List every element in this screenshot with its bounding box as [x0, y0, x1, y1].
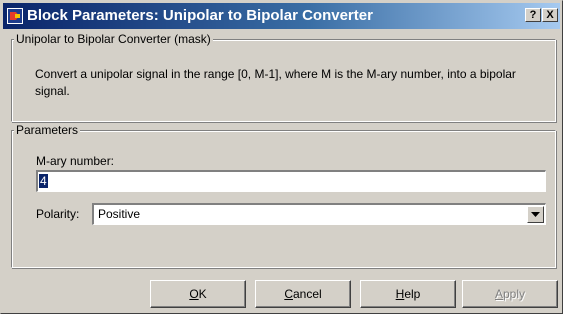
- parameters-group: Parameters: [11, 123, 556, 268]
- close-button[interactable]: X: [542, 8, 558, 22]
- mary-number-value[interactable]: 4: [39, 174, 48, 188]
- question-icon: ?: [529, 9, 537, 21]
- polarity-label: Polarity:: [36, 207, 80, 221]
- polarity-dropdown[interactable]: Positive: [92, 203, 546, 225]
- close-icon: X: [546, 9, 554, 21]
- window-title: Block Parameters: Unipolar to Bipolar Co…: [27, 7, 373, 24]
- mask-group-legend: Unipolar to Bipolar Converter (mask): [14, 32, 213, 46]
- chevron-down-icon: [531, 212, 540, 217]
- help-button[interactable]: Help: [360, 280, 456, 308]
- ok-mnemonic: O: [189, 287, 199, 301]
- cancel-button[interactable]: Cancel: [255, 280, 351, 308]
- block-parameters-dialog: Block Parameters: Unipolar to Bipolar Co…: [0, 0, 563, 314]
- cancel-label-rest: ancel: [292, 287, 322, 301]
- apply-mnemonic: A: [494, 287, 503, 301]
- parameters-group-legend: Parameters: [14, 123, 81, 137]
- mask-description-text: Convert a unipolar signal in the range […: [35, 67, 516, 98]
- simulink-block-icon: [7, 8, 23, 24]
- apply-button[interactable]: Apply: [462, 280, 558, 308]
- help-caption-button[interactable]: ?: [525, 8, 541, 22]
- mary-number-label: M-ary number:: [36, 154, 115, 168]
- ok-label-rest: K: [198, 287, 207, 301]
- apply-label-rest: pply: [503, 287, 526, 301]
- cancel-mnemonic: C: [284, 287, 293, 301]
- title-bar[interactable]: Block Parameters: Unipolar to Bipolar Co…: [3, 3, 560, 29]
- ok-button[interactable]: OK: [150, 280, 246, 308]
- mary-number-field[interactable]: [36, 170, 546, 192]
- polarity-selected-value: Positive: [98, 207, 141, 221]
- dropdown-arrow-button[interactable]: [527, 206, 544, 223]
- help-label-rest: elp: [404, 287, 421, 301]
